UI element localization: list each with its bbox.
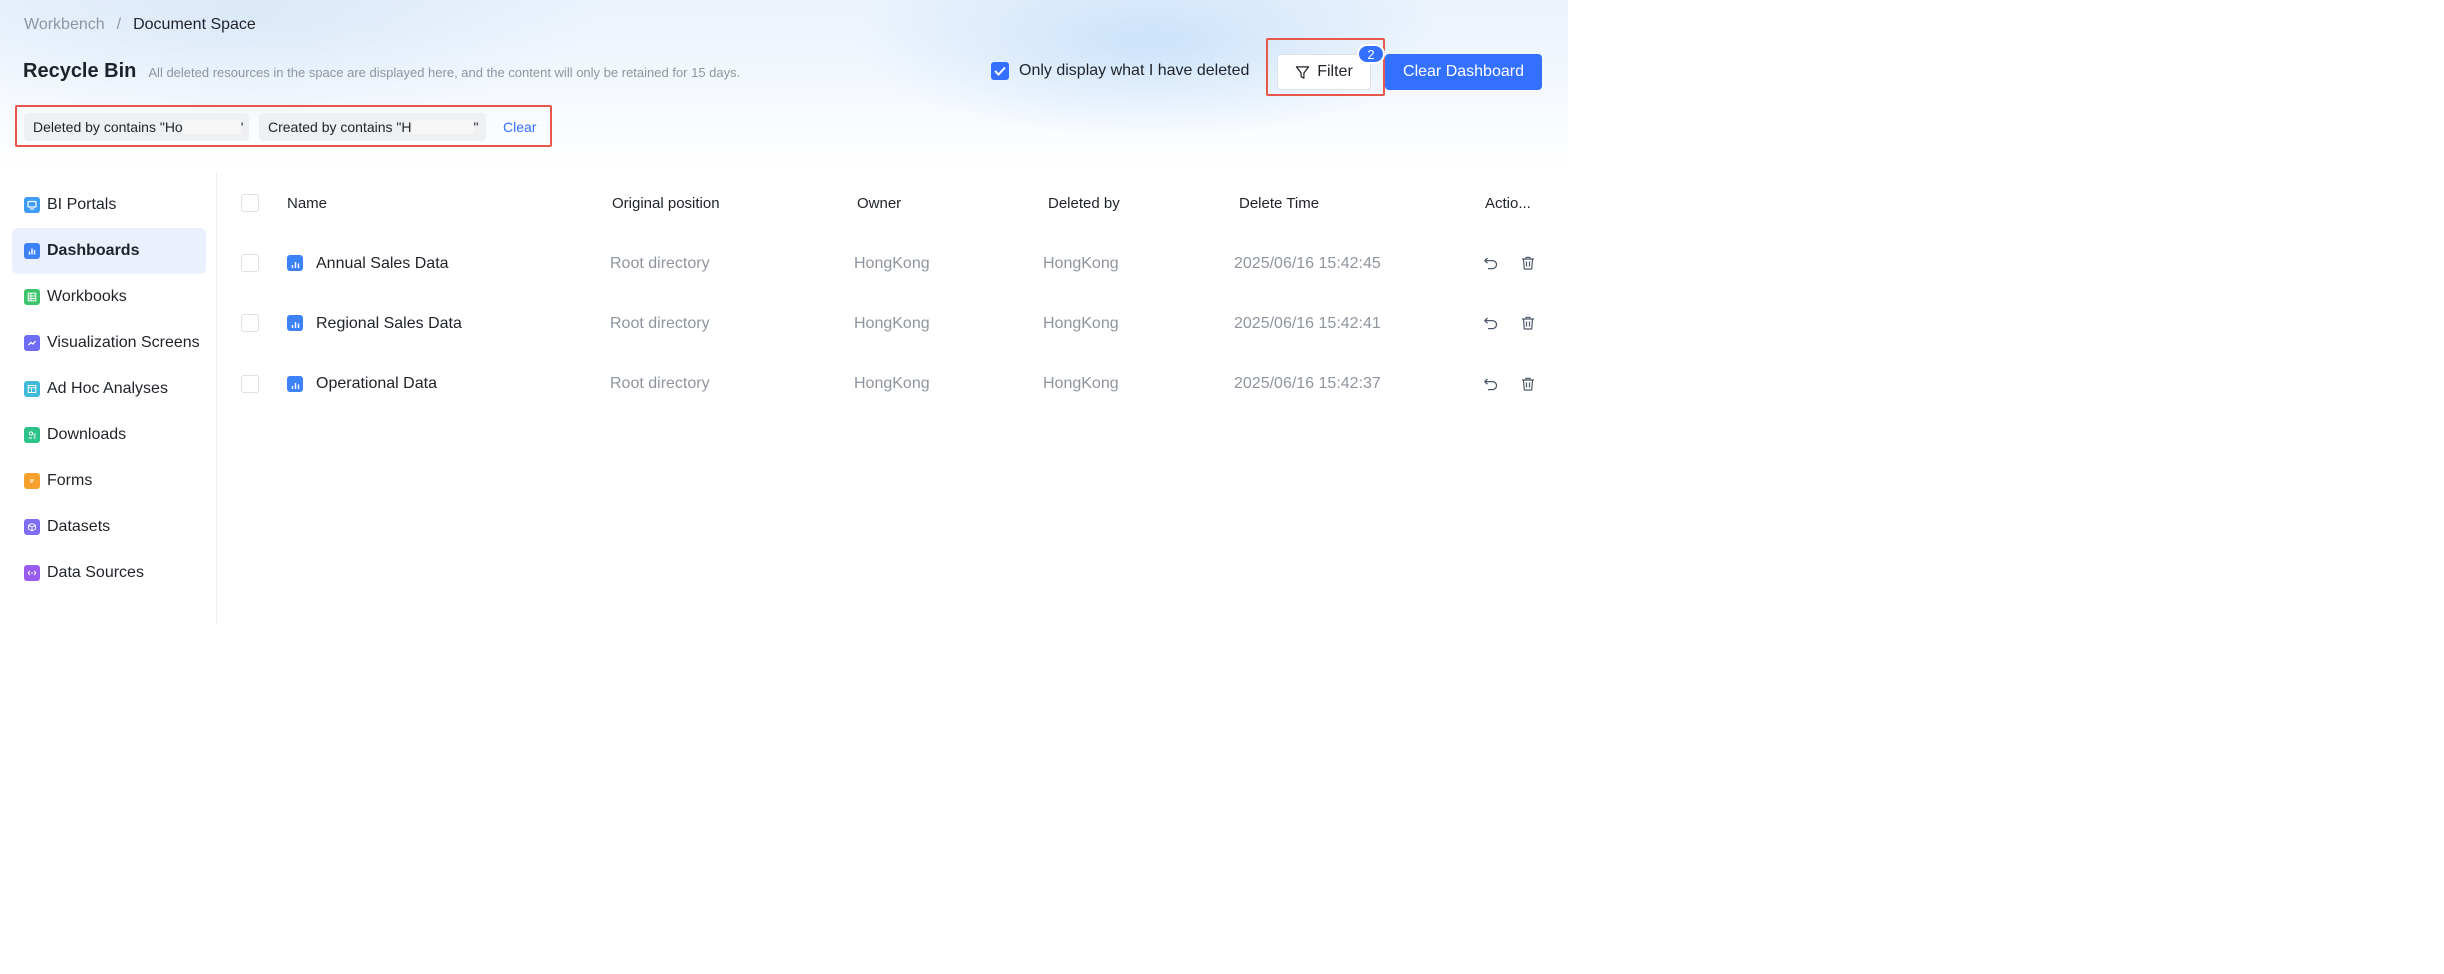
dashboard-icon [287,315,303,331]
monitor-icon [24,197,40,213]
cube-icon [24,519,40,535]
row-owner: HongKong [854,315,930,332]
filter-tag-text: Deleted by contains "Ho [33,119,183,135]
row-owner: HongKong [854,375,930,392]
trash-icon[interactable] [1519,254,1537,272]
sidebar-divider [216,172,217,624]
sidebar-item-label: Forms [47,472,93,489]
row-checkbox[interactable] [241,254,259,272]
breadcrumb: Workbench / Document Space [24,16,256,34]
code-link-icon [24,565,40,581]
sidebar-item-downloads[interactable]: Downloads [12,412,206,458]
only-mine-checkbox[interactable] [991,62,1009,80]
select-all-checkbox[interactable] [241,194,259,212]
check-icon [994,66,1006,76]
sidebar: BI Portals Dashboards Workbooks Visualiz… [12,182,206,596]
column-header-deleted-by[interactable]: Deleted by [1048,195,1120,212]
sidebar-item-label: Data Sources [47,564,144,581]
trash-icon[interactable] [1519,375,1537,393]
sidebar-item-label: Datasets [47,518,111,535]
column-header-original-position[interactable]: Original position [612,195,720,212]
calendar-table-icon [24,381,40,397]
row-deleted-by: HongKong [1043,315,1119,332]
dashboard-icon [287,376,303,392]
clear-dashboard-button[interactable]: Clear Dashboard [1385,54,1542,90]
sidebar-item-label: Downloads [47,426,127,443]
only-mine-toggle[interactable]: Only display what I have deleted [991,62,1249,80]
sidebar-item-data-sources[interactable]: Data Sources [12,550,206,596]
funnel-icon [1295,65,1310,80]
row-deleted-by: HongKong [1043,375,1119,392]
row-deleted-by: HongKong [1043,255,1119,272]
sidebar-item-label: Dashboards [47,242,140,259]
line-chart-icon [24,335,40,351]
sidebar-item-label: Visualization Screens [47,334,200,351]
filter-tag-suffix: ' [240,119,244,135]
row-original-position: Root directory [610,375,710,392]
row-owner: HongKong [854,255,930,272]
download-list-icon [24,427,40,443]
row-original-position: Root directory [610,315,710,332]
restore-icon[interactable] [1482,254,1500,272]
sidebar-item-label: Workbooks [47,288,127,305]
column-header-name[interactable]: Name [287,195,327,212]
filter-tag-text: Created by contains "H [268,119,412,135]
sidebar-item-datasets[interactable]: Datasets [12,504,206,550]
row-name[interactable]: Annual Sales Data [316,255,449,273]
redacted-text [182,120,241,134]
breadcrumb-workbench-link[interactable]: Workbench [24,16,105,34]
column-header-owner[interactable]: Owner [857,195,901,212]
filter-tag-created-by[interactable]: Created by contains "H " [259,113,486,141]
filter-count-badge: 2 [1357,44,1385,64]
only-mine-label: Only display what I have deleted [1019,62,1250,79]
row-delete-time: 2025/06/16 15:42:41 [1234,315,1381,332]
restore-icon[interactable] [1482,375,1500,393]
sidebar-item-visualization-screens[interactable]: Visualization Screens [12,320,206,366]
form-icon [24,473,40,489]
row-delete-time: 2025/06/16 15:42:37 [1234,375,1381,392]
row-checkbox[interactable] [241,314,259,332]
row-original-position: Root directory [610,255,710,272]
breadcrumb-current: Document Space [133,16,256,33]
clear-filters-link[interactable]: Clear [503,119,536,135]
column-header-delete-time[interactable]: Delete Time [1239,195,1319,212]
filter-button-label: Filter [1317,63,1353,80]
sidebar-item-dashboards[interactable]: Dashboards [12,228,206,274]
dashboard-icon [287,255,303,271]
bar-chart-icon [24,243,40,259]
grid-icon [24,289,40,305]
row-name[interactable]: Operational Data [316,375,437,393]
filter-tag-deleted-by[interactable]: Deleted by contains "Ho ' [24,113,249,141]
trash-icon[interactable] [1519,314,1537,332]
page-description: All deleted resources in the space are d… [148,65,741,80]
row-checkbox[interactable] [241,375,259,393]
sidebar-item-forms[interactable]: Forms [12,458,206,504]
breadcrumb-separator: / [116,16,122,33]
filter-tag-suffix: " [473,119,479,135]
redacted-text [411,120,474,134]
sidebar-item-ad-hoc-analyses[interactable]: Ad Hoc Analyses [12,366,206,412]
row-name[interactable]: Regional Sales Data [316,315,462,333]
column-header-actions: Actio... [1485,195,1531,212]
restore-icon[interactable] [1482,314,1500,332]
sidebar-item-label: Ad Hoc Analyses [47,380,168,397]
filter-button[interactable]: Filter [1277,54,1371,90]
title-row: Recycle Bin All deleted resources in the… [23,60,740,83]
sidebar-item-bi-portals[interactable]: BI Portals [12,182,206,228]
page-title: Recycle Bin [23,60,137,82]
row-delete-time: 2025/06/16 15:42:45 [1234,255,1381,272]
sidebar-item-workbooks[interactable]: Workbooks [12,274,206,320]
sidebar-item-label: BI Portals [47,196,117,213]
